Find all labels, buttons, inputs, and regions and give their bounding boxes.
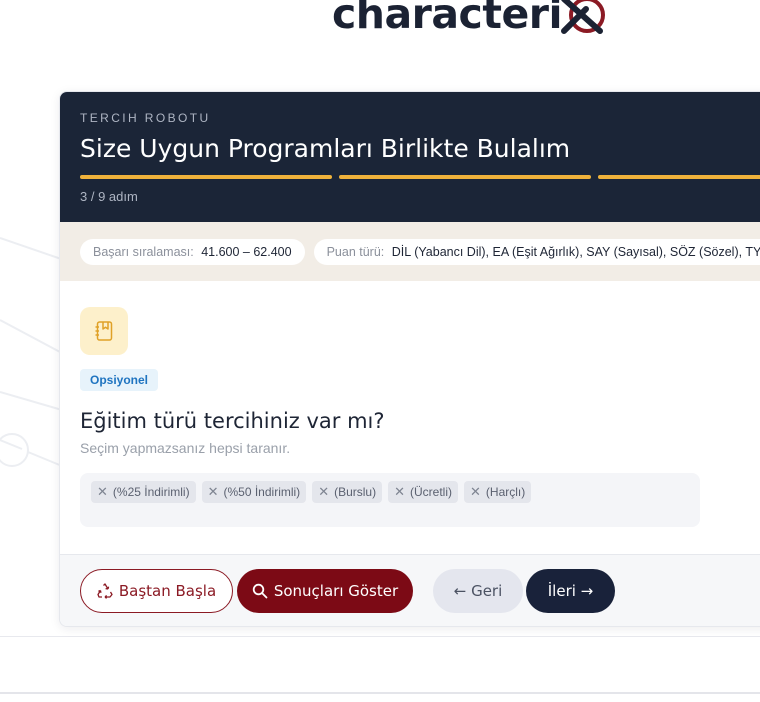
active-filters-bar: Başarı sıralaması: 41.600 – 62.400 Puan … bbox=[60, 222, 760, 281]
education-type-multiselect[interactable]: ✕ (%25 İndirimli) ✕ (%50 İndirimli) ✕ (Burs… bbox=[80, 473, 700, 527]
remove-chip-icon[interactable]: ✕ bbox=[394, 481, 405, 503]
selected-chip: ✕ (%50 İndirimli) bbox=[201, 481, 307, 503]
back-button[interactable]: ← Geri bbox=[433, 569, 523, 613]
step-progress bbox=[80, 175, 760, 179]
selected-chip: ✕ (Ücretli) bbox=[388, 481, 459, 503]
search-icon bbox=[252, 583, 268, 599]
characterix-logo[interactable]: characteri bbox=[332, 0, 612, 38]
remove-chip-icon[interactable]: ✕ bbox=[208, 481, 219, 503]
question-panel: Opsiyonel Eğitim türü tercihiniz var mı?… bbox=[60, 281, 760, 554]
filter-label: Başarı sıralaması: bbox=[93, 244, 194, 259]
wizard-header: TERCIH ROBOTU Size Uygun Programları Bir… bbox=[60, 92, 760, 222]
notebook-bookmark-icon bbox=[80, 307, 128, 355]
chip-label: (%25 İndirimli) bbox=[112, 485, 190, 499]
restart-label: Baştan Başla bbox=[118, 582, 217, 600]
chip-label: (%50 İndirimli) bbox=[223, 485, 301, 499]
remove-chip-icon[interactable]: ✕ bbox=[97, 481, 108, 503]
logo-wordmark: characteri bbox=[332, 0, 563, 38]
selected-chip: ✕ (Harçlı) bbox=[464, 481, 532, 503]
logo-x-mark bbox=[560, 0, 612, 37]
progress-segment bbox=[339, 175, 591, 179]
restart-button[interactable]: Baştan Başla bbox=[80, 569, 233, 613]
next-button[interactable]: İleri → bbox=[526, 569, 615, 613]
filter-value: DİL (Yabancı Dil), EA (Eşit Ağırlık), SA… bbox=[391, 244, 760, 259]
back-label: ← Geri bbox=[453, 582, 503, 600]
question-title: Eğitim türü tercihiniz var mı? bbox=[80, 409, 385, 433]
chip-label: (Harçlı) bbox=[485, 485, 526, 499]
wizard-footer: Baştan Başla Sonuçları Göster ← Geri İle… bbox=[60, 554, 760, 626]
step-counter: 3 / 9 adım bbox=[80, 189, 138, 204]
filter-value: 41.600 – 62.400 bbox=[201, 244, 292, 259]
chip-label: (Burslu) bbox=[334, 485, 377, 499]
section-divider bbox=[0, 636, 760, 637]
selected-chip: ✕ (Burslu) bbox=[312, 481, 383, 503]
selected-chip: ✕ (%25 İndirimli) bbox=[91, 481, 196, 503]
remove-chip-icon[interactable]: ✕ bbox=[318, 481, 329, 503]
chip-label: (Ücretli) bbox=[410, 485, 453, 499]
section-divider bbox=[0, 692, 760, 694]
remove-chip-icon[interactable]: ✕ bbox=[470, 481, 481, 503]
show-results-button[interactable]: Sonuçları Göster bbox=[237, 569, 413, 613]
filter-pill-score-type: Puan türü: DİL (Yabancı Dil), EA (Eşit A… bbox=[313, 238, 760, 265]
progress-segment bbox=[80, 175, 332, 179]
wizard-title: Size Uygun Programları Birlikte Bulalım bbox=[80, 134, 571, 163]
optional-badge: Opsiyonel bbox=[80, 369, 159, 391]
next-label: İleri → bbox=[547, 582, 594, 600]
filter-label: Puan türü: bbox=[326, 244, 385, 259]
wizard-eyebrow: TERCIH ROBOTU bbox=[80, 111, 211, 125]
wizard-card: TERCIH ROBOTU Size Uygun Programları Bir… bbox=[59, 91, 760, 627]
question-hint: Seçim yapmazsanız hepsi taranır. bbox=[80, 440, 291, 456]
filter-pill-ranking: Başarı sıralaması: 41.600 – 62.400 bbox=[80, 238, 305, 265]
progress-segment bbox=[598, 175, 760, 179]
recycle-icon bbox=[97, 583, 113, 599]
show-results-label: Sonuçları Göster bbox=[273, 582, 399, 600]
selected-chips: ✕ (%25 İndirimli) ✕ (%50 İndirimli) ✕ (Burs… bbox=[91, 481, 532, 503]
